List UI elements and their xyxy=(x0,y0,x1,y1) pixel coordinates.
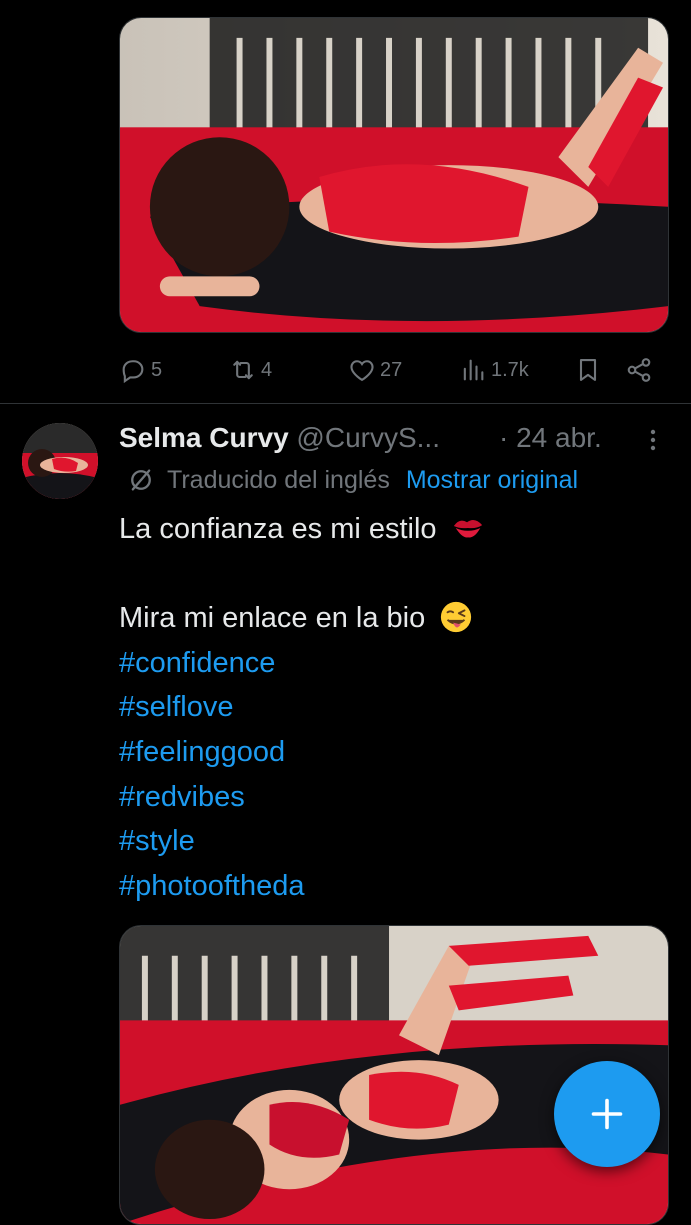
hashtag-link[interactable]: #photooftheda xyxy=(119,864,679,909)
tweet-divider xyxy=(0,403,691,404)
tweet-actions-bar: 5 4 27 1.7k xyxy=(119,350,659,390)
retweet-count: 4 xyxy=(261,358,273,381)
reply-count: 5 xyxy=(151,358,163,381)
bookmark-button[interactable] xyxy=(574,356,602,384)
bookmark-icon xyxy=(579,359,597,381)
separator-dot: · xyxy=(499,422,509,453)
tweet-date[interactable]: 24 abr. xyxy=(516,422,602,453)
reply-icon xyxy=(122,360,144,384)
photo-illustration xyxy=(120,18,668,332)
tweet-text-line-2: Mira mi enlace en la bio xyxy=(119,602,426,635)
user-handle[interactable]: @CurvyS... xyxy=(296,422,440,453)
tweet-date-wrapper: · 24 abr. xyxy=(499,418,602,458)
tweet-text: La confianza es mi estilo Mira mi enlace… xyxy=(119,507,679,908)
display-name[interactable]: Selma Curvy xyxy=(119,422,289,453)
reply-button[interactable]: 5 xyxy=(119,356,162,384)
translation-label: Traducido del inglés xyxy=(167,466,390,494)
tweet-header: Selma Curvy @CurvyS... · 24 abr. xyxy=(119,418,679,458)
retweet-icon xyxy=(233,360,253,380)
hashtag-link[interactable]: #selflove xyxy=(119,685,679,730)
share-button[interactable] xyxy=(625,356,653,384)
winking-tongue-face-icon xyxy=(441,601,472,632)
hashtag-link[interactable]: #style xyxy=(119,819,679,864)
like-count: 27 xyxy=(380,358,403,381)
tweet-text-line-1: La confianza es mi estilo xyxy=(119,513,437,545)
hashtag-link[interactable]: #feelinggood xyxy=(119,730,679,775)
retweet-button[interactable]: 4 xyxy=(229,356,272,384)
tweet-text-line: La confianza es mi estilo xyxy=(119,507,679,552)
heart-icon xyxy=(350,360,374,382)
compose-post-button[interactable] xyxy=(554,1061,660,1167)
like-button[interactable]: 27 xyxy=(348,356,402,384)
translate-icon xyxy=(131,469,151,491)
tweet-text-line: Mira mi enlace en la bio xyxy=(119,596,679,641)
view-count: 1.7k xyxy=(491,358,529,381)
more-options-icon[interactable] xyxy=(644,428,662,452)
share-icon xyxy=(627,358,651,382)
kiss-mark-icon xyxy=(453,520,482,538)
translation-row: Traducido del inglés Mostrar original xyxy=(127,462,578,498)
analytics-icon xyxy=(463,359,484,381)
show-original-link[interactable]: Mostrar original xyxy=(406,462,578,498)
hashtag-link[interactable]: #redvibes xyxy=(119,775,679,820)
views-button[interactable]: 1.7k xyxy=(459,356,529,384)
avatar-photo xyxy=(22,423,98,499)
plus-icon xyxy=(591,1098,623,1130)
avatar[interactable] xyxy=(22,423,98,499)
tweet-media-image[interactable] xyxy=(119,17,669,333)
hashtag-link[interactable]: #confidence xyxy=(119,641,679,686)
